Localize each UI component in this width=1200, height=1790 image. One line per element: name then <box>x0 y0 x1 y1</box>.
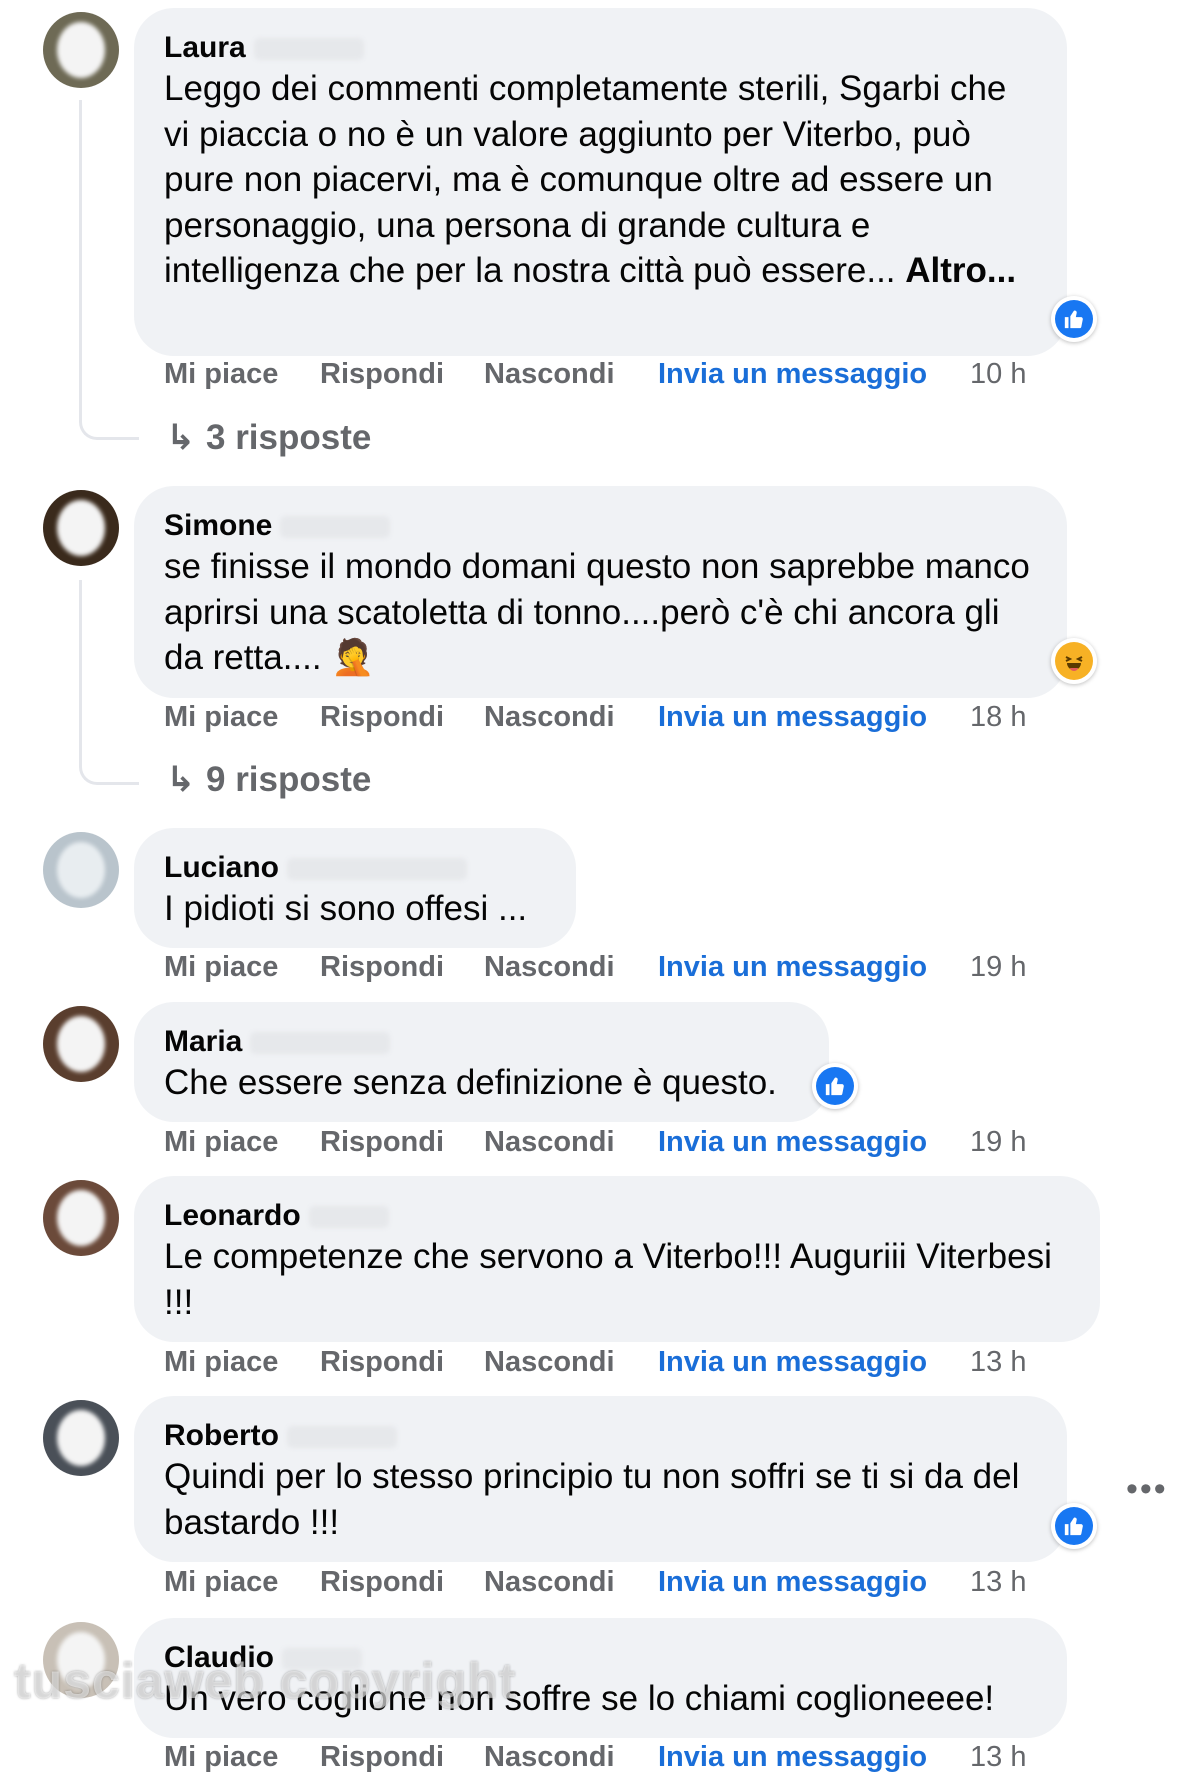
reply-button[interactable]: Rispondi <box>320 951 444 984</box>
send-message-button[interactable]: Invia un messaggio <box>658 358 927 391</box>
comment-text: Quindi per lo stesso principio tu non so… <box>164 1457 1020 1542</box>
author-name[interactable]: Leonardo <box>164 1198 1070 1234</box>
hide-button[interactable]: Nascondi <box>484 358 615 391</box>
thread-line <box>79 580 139 785</box>
timestamp[interactable]: 13 h <box>970 1346 1026 1379</box>
hide-button[interactable]: Nascondi <box>484 701 615 734</box>
reaction-badge[interactable] <box>1051 296 1097 342</box>
timestamp[interactable]: 13 h <box>970 1741 1026 1774</box>
reply-button[interactable]: Rispondi <box>320 701 444 734</box>
reply-arrow-icon: ↳ <box>166 760 196 799</box>
redacted-surname <box>253 38 364 61</box>
timestamp[interactable]: 18 h <box>970 701 1026 734</box>
reply-button[interactable]: Rispondi <box>320 1566 444 1599</box>
like-button[interactable]: Mi piace <box>164 701 278 734</box>
avatar[interactable] <box>43 1180 119 1256</box>
author-name[interactable]: Luciano <box>164 850 546 886</box>
timestamp[interactable]: 13 h <box>970 1566 1026 1599</box>
reply-button[interactable]: Rispondi <box>320 358 444 391</box>
thread-line <box>79 100 139 440</box>
hide-button[interactable]: Nascondi <box>484 951 615 984</box>
like-icon <box>1055 1507 1093 1545</box>
reply-button[interactable]: Rispondi <box>320 1346 444 1379</box>
hide-button[interactable]: Nascondi <box>484 1126 615 1159</box>
comment-text: se finisse il mondo domani questo non sa… <box>164 547 1030 677</box>
reply-button[interactable]: Rispondi <box>320 1741 444 1774</box>
redacted-surname <box>287 1426 397 1449</box>
hide-button[interactable]: Nascondi <box>484 1566 615 1599</box>
reply-arrow-icon: ↳ <box>166 418 196 457</box>
timestamp[interactable]: 10 h <box>970 358 1026 391</box>
hide-button[interactable]: Nascondi <box>484 1741 615 1774</box>
send-message-button[interactable]: Invia un messaggio <box>658 951 927 984</box>
like-icon <box>816 1067 854 1105</box>
author-name[interactable]: Roberto <box>164 1418 1037 1454</box>
send-message-button[interactable]: Invia un messaggio <box>658 1126 927 1159</box>
comment-bubble: Roberto Quindi per lo stesso principio t… <box>134 1396 1067 1562</box>
author-name[interactable]: Laura <box>164 30 1037 66</box>
hide-button[interactable]: Nascondi <box>484 1346 615 1379</box>
more-options-icon[interactable]: ••• <box>1126 1470 1168 1509</box>
timestamp[interactable]: 19 h <box>970 951 1026 984</box>
send-message-button[interactable]: Invia un messaggio <box>658 701 927 734</box>
comment-bubble: Laura Leggo dei commenti completamente s… <box>134 8 1067 356</box>
author-name[interactable]: Maria <box>164 1024 799 1060</box>
send-message-button[interactable]: Invia un messaggio <box>658 1566 927 1599</box>
comment-bubble: Luciano I pidioti si sono offesi ... <box>134 828 576 948</box>
view-replies-button[interactable]: ↳ 3 risposte <box>166 418 371 458</box>
timestamp[interactable]: 19 h <box>970 1126 1026 1159</box>
like-button[interactable]: Mi piace <box>164 951 278 984</box>
like-button[interactable]: Mi piace <box>164 358 278 391</box>
comment-bubble: Leonardo Le competenze che servono a Vit… <box>134 1176 1100 1342</box>
comment-bubble: Maria Che essere senza definizione è que… <box>134 1002 829 1122</box>
comment-text: Che essere senza definizione è questo. <box>164 1063 777 1102</box>
reply-button[interactable]: Rispondi <box>320 1126 444 1159</box>
avatar[interactable] <box>43 1400 119 1476</box>
avatar[interactable] <box>43 1006 119 1082</box>
redacted-surname <box>308 1206 389 1229</box>
avatar[interactable] <box>43 832 119 908</box>
comment-text: I pidioti si sono offesi ... <box>164 889 528 928</box>
author-name[interactable]: Simone <box>164 508 1037 544</box>
avatar[interactable] <box>43 490 119 566</box>
comment-text: Leggo dei commenti completamente sterili… <box>164 69 1017 290</box>
watermark: tusciaweb copyright <box>14 1653 517 1709</box>
comment-bubble: Simone se finisse il mondo domani questo… <box>134 486 1067 698</box>
reaction-badge[interactable] <box>812 1063 858 1109</box>
avatar[interactable] <box>43 12 119 88</box>
comments-panel: Laura Leggo dei commenti completamente s… <box>0 0 1200 1790</box>
see-more-link[interactable]: Altro... <box>905 251 1016 290</box>
like-button[interactable]: Mi piace <box>164 1566 278 1599</box>
send-message-button[interactable]: Invia un messaggio <box>658 1346 927 1379</box>
redacted-surname <box>250 1032 391 1055</box>
view-replies-button[interactable]: ↳ 9 risposte <box>166 760 371 800</box>
comment-text: Le competenze che servono a Viterbo!!! A… <box>164 1237 1052 1322</box>
haha-icon <box>1055 642 1093 680</box>
like-button[interactable]: Mi piace <box>164 1126 278 1159</box>
like-button[interactable]: Mi piace <box>164 1741 278 1774</box>
redacted-surname <box>287 858 468 881</box>
reaction-badge[interactable] <box>1051 638 1097 684</box>
reaction-badge[interactable] <box>1051 1503 1097 1549</box>
redacted-surname <box>280 516 391 539</box>
send-message-button[interactable]: Invia un messaggio <box>658 1741 927 1774</box>
like-button[interactable]: Mi piace <box>164 1346 278 1379</box>
like-icon <box>1055 300 1093 338</box>
